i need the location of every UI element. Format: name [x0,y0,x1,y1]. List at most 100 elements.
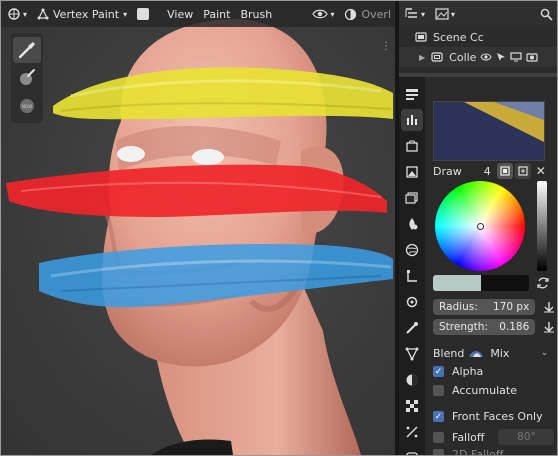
tab-render[interactable] [401,135,423,157]
outliner-editor-type[interactable]: ▾ [401,4,429,24]
value-slider[interactable] [537,181,547,271]
smear-tool[interactable]: NOW [13,93,41,119]
falloff-2d-checkbox[interactable] [433,449,444,455]
sculpt-head-scene [6,19,393,455]
blend-row: Blend Mix ⌄ [433,345,557,361]
eye-icon[interactable] [480,52,493,62]
chevron-down-icon: ▾ [123,9,128,19]
color-picker-cursor[interactable] [477,223,484,230]
data-icon [406,400,418,412]
chevron-down-icon: ▾ [421,9,426,19]
editor-type-button[interactable]: ▾ [3,4,31,24]
outliner: ▾ ▾ Scene Cc ▶ Colle [399,1,557,73]
tab-object[interactable] [401,265,423,287]
mode-selector[interactable]: Vertex Paint ▾ [33,4,132,24]
monitor-icon[interactable] [510,52,523,62]
swap-icon [537,277,549,289]
overlay-toggle[interactable]: Overl [340,4,395,24]
tab-data[interactable] [401,395,423,417]
outliner-search-button[interactable] [536,4,557,24]
camera-icon[interactable] [526,52,539,62]
tool-icon [407,115,417,125]
tab-constraints[interactable] [401,369,423,391]
scene-icon [409,218,418,230]
accumulate-label: Accumulate [452,384,517,397]
outliner-scene-row[interactable]: Scene Cc [399,27,557,47]
expand-arrow-icon[interactable]: ▶ [419,53,425,62]
blur-tool[interactable] [13,65,41,91]
chevron-down-icon: ▾ [451,9,456,19]
3d-viewport[interactable]: ▾ Vertex Paint ▾ View Paint Brush ▾ Over… [1,1,395,455]
strength-row: Strength: 0.186 [433,319,557,335]
fake-user-button[interactable] [496,163,513,179]
menu-paint[interactable]: Paint [199,4,234,24]
alpha-checkbox[interactable]: ✓ [433,366,444,377]
front-faces-checkbox[interactable]: ✓ [433,411,444,422]
falloff-checkbox[interactable] [433,431,444,443]
primary-color-swatch[interactable] [433,275,481,291]
cursor-select-icon[interactable] [496,52,506,62]
accumulate-checkbox[interactable] [433,385,444,396]
radius-row: Radius: 170 px [433,299,557,315]
tab-texture[interactable] [401,447,423,455]
swap-colors-button[interactable] [535,275,551,291]
close-icon: ✕ [535,164,546,178]
outliner-collection-row[interactable]: ▶ Colle [399,47,557,67]
brush-tool-icon [18,42,35,59]
strength-pressure-button[interactable] [541,319,557,335]
color-wheel[interactable] [435,181,525,271]
blend-dropdown[interactable]: Mix ⌄ [486,345,552,361]
strength-value: 0.186 [499,321,530,333]
radius-unit-button[interactable] [541,299,557,315]
drag-dots-icon[interactable]: ⋮⋮ [381,41,395,52]
duplicate-brush-button[interactable] [514,163,531,179]
blue-stroke [39,243,393,308]
tab-material[interactable] [401,421,423,443]
menu-brush[interactable]: Brush [236,4,276,24]
brush-users-count: 4 [483,164,491,178]
properties-editor-type[interactable] [401,83,423,105]
view-object-types-button[interactable]: ▾ [308,4,338,24]
collection-icon [431,52,443,62]
tab-view-layer[interactable] [401,187,423,209]
falloff-angle-field[interactable]: 80° [498,429,555,445]
falloff-2d-option[interactable]: 2D Falloff [433,448,503,455]
render-icon [406,140,418,152]
vertex-paint-icon [37,8,49,20]
collection-label: Colle [449,50,477,64]
blend-label: Blend [433,346,465,360]
display-mode-button[interactable]: ▾ [431,4,459,24]
front-faces-option[interactable]: ✓ Front Faces Only [433,410,543,423]
properties-icon [406,89,418,100]
color-swatches-row [433,275,557,291]
blend-value: Mix [490,346,510,360]
shield-icon [500,166,510,176]
tab-output[interactable] [401,161,423,183]
radius-field[interactable]: Radius: 170 px [433,299,536,315]
tab-scene[interactable] [401,213,423,235]
yellow-stroke [53,67,393,120]
material-icon [406,426,418,438]
menu-view[interactable]: View [163,4,197,24]
world-icon [405,243,419,257]
brush-preview-image [434,102,544,160]
brush-name[interactable]: Draw [433,165,462,178]
tab-tool[interactable] [401,109,423,131]
accumulate-option[interactable]: Accumulate [433,384,517,397]
mode-label: Vertex Paint [53,7,120,21]
secondary-color-swatch[interactable] [481,275,529,291]
tab-particles[interactable] [401,317,423,339]
select-toggle[interactable] [133,4,153,24]
draw-tool[interactable] [13,37,41,63]
right-eye [192,149,224,165]
strength-field[interactable]: Strength: 0.186 [433,319,536,335]
brush-preview-thumbnail[interactable] [433,101,545,161]
unlink-brush-button[interactable]: ✕ [533,163,549,179]
svg-text:NOW: NOW [22,104,32,109]
tab-modifiers[interactable] [401,291,423,313]
tab-physics[interactable] [401,343,423,365]
alpha-option[interactable]: ✓ Alpha [433,365,483,378]
object-icon [407,270,417,282]
duplicate-icon [518,166,528,176]
tab-world[interactable] [401,239,423,261]
